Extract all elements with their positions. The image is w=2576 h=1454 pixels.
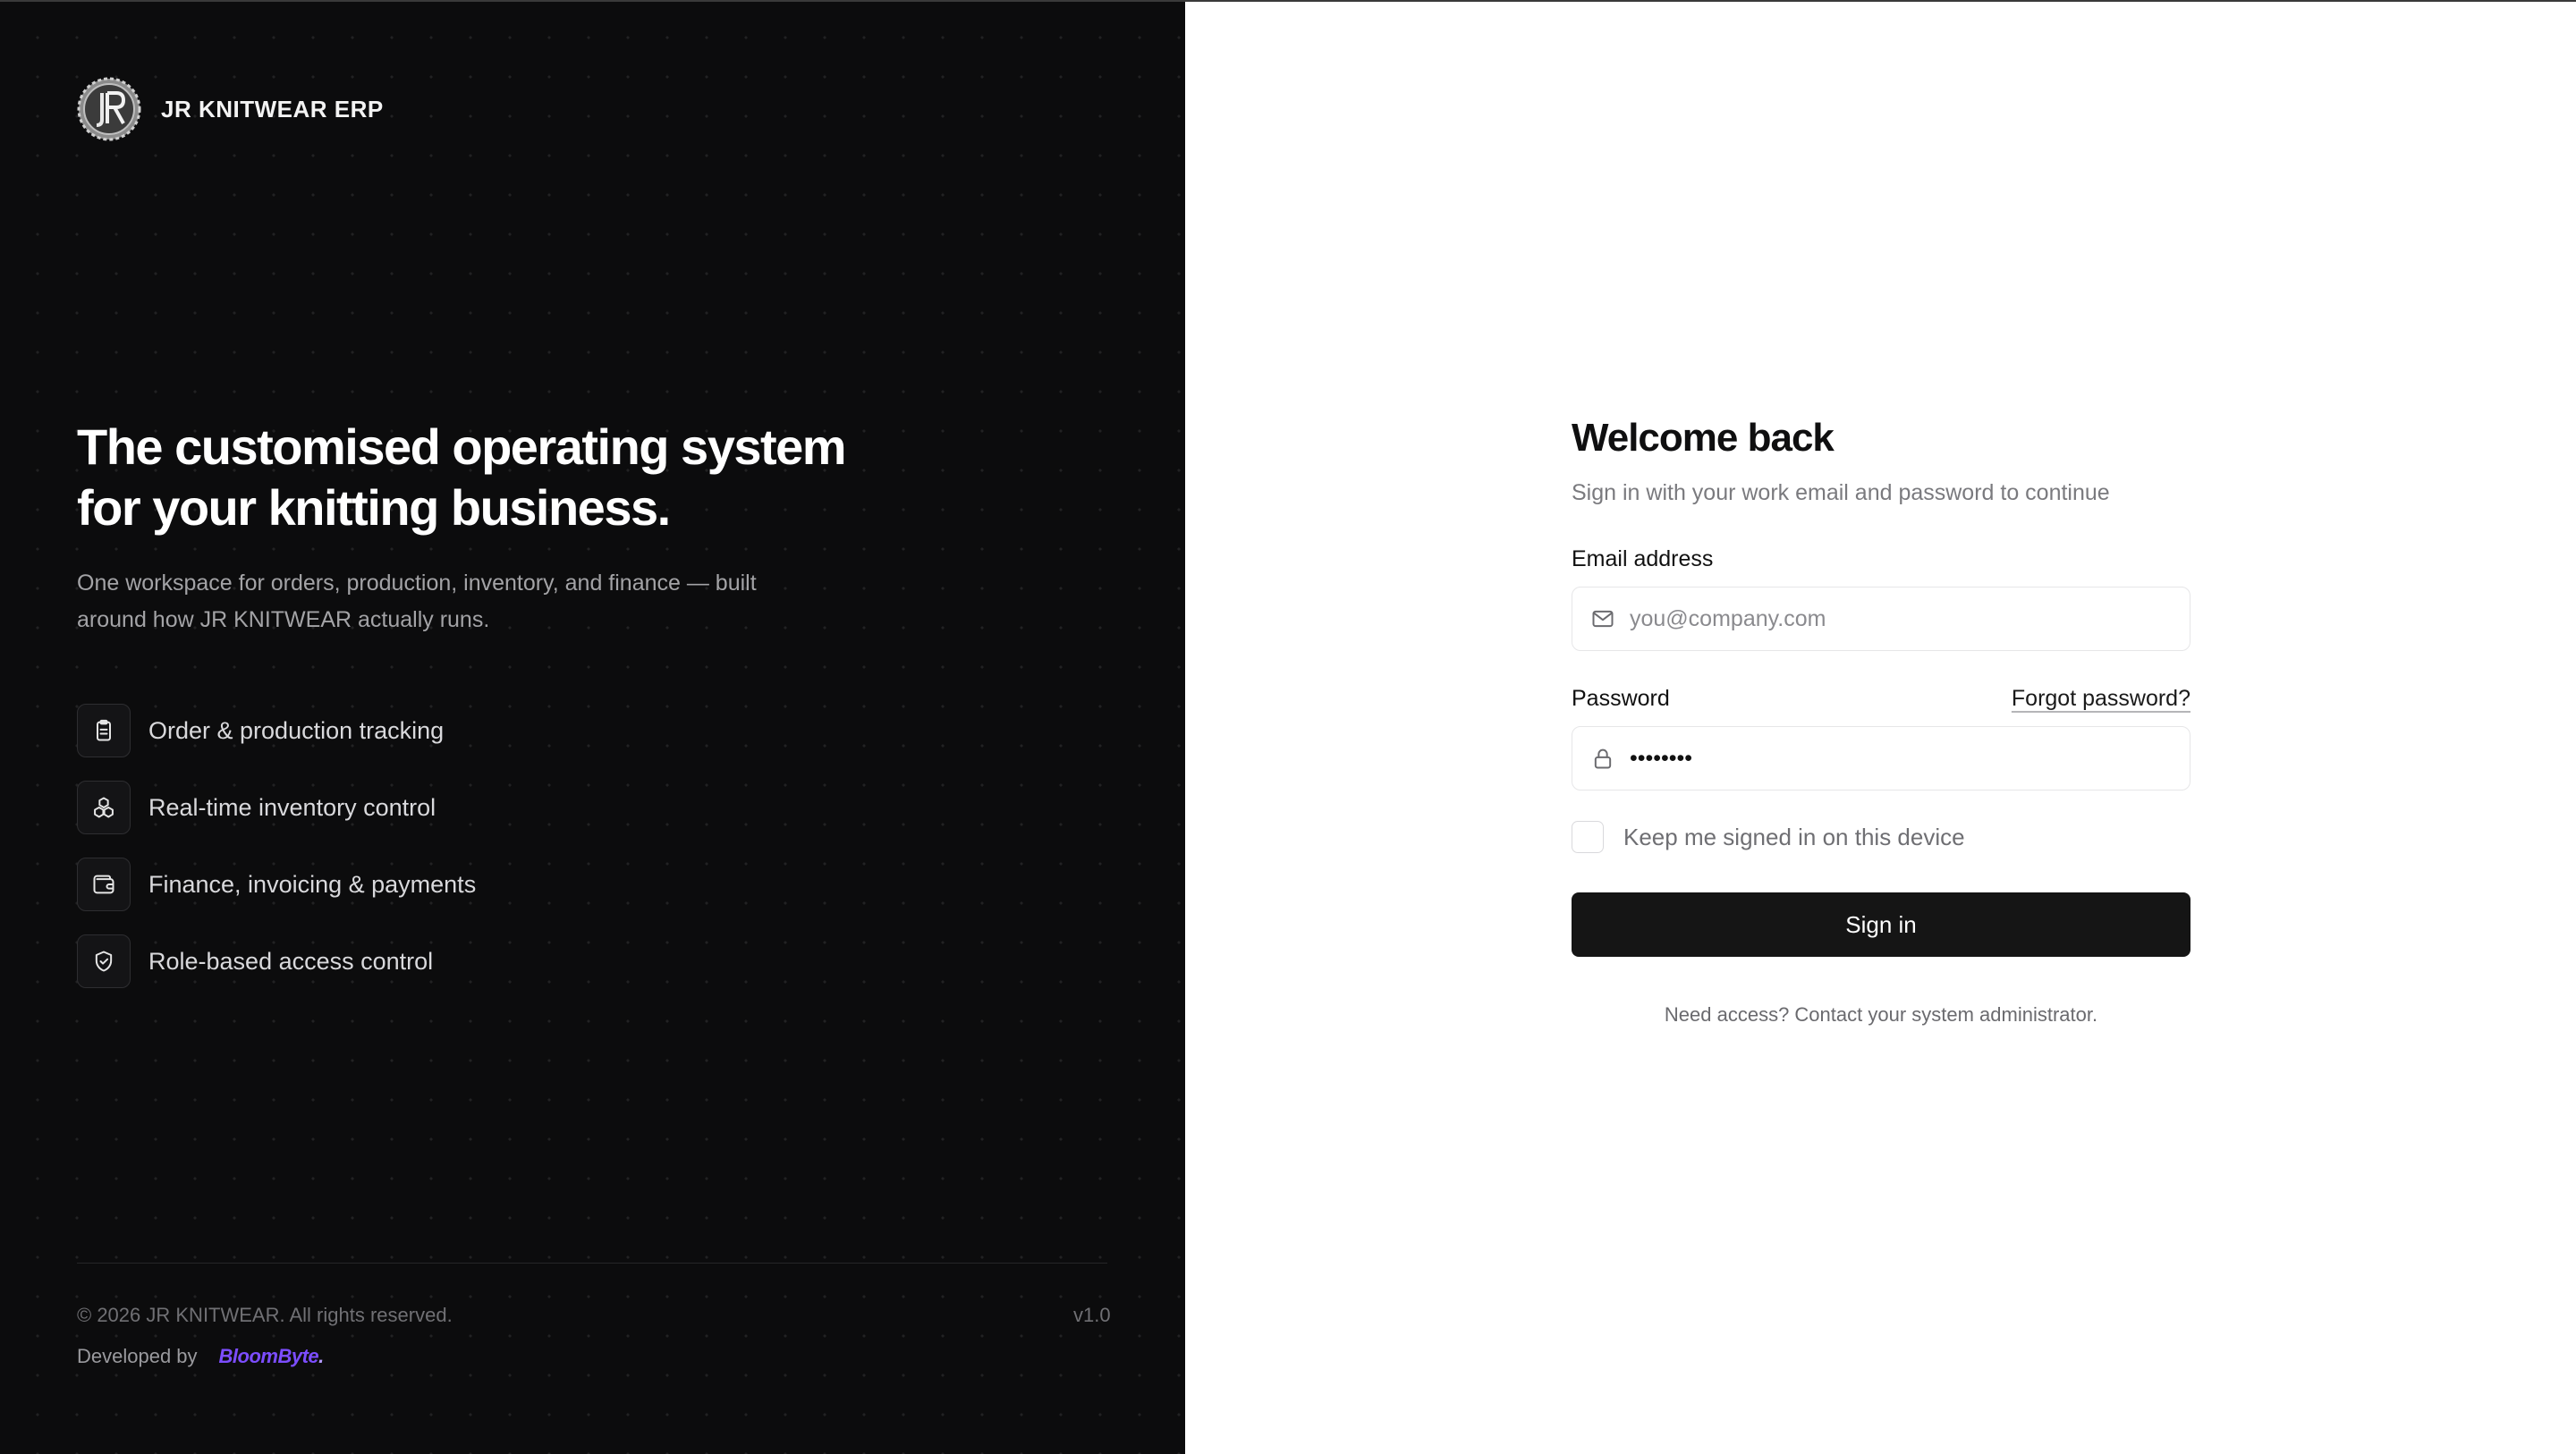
remember-me-label[interactable]: Keep me signed in on this device	[1623, 824, 1965, 851]
feature-item: Real-time inventory control	[77, 780, 476, 835]
developer-name: BloomByte	[218, 1345, 319, 1367]
jr-monogram-gear-logo	[77, 77, 141, 141]
help-text: Need access? Contact your system adminis…	[1664, 1003, 2098, 1026]
password-field[interactable]	[1572, 726, 2190, 790]
login-subtitle: Sign in with your work email and passwor…	[1572, 480, 2110, 505]
feature-label: Finance, invoicing & payments	[148, 870, 477, 898]
developed-by-label: Developed by	[77, 1345, 198, 1367]
brand-panel: JR KNITWEAR ERP The customised operating…	[0, 0, 1185, 1454]
feature-label: Role-based access control	[148, 947, 434, 975]
password-label-row: Password Forgot password?	[1572, 683, 2190, 714]
feature-icon-box	[77, 934, 131, 988]
login-form: Welcome back Sign in with your work emai…	[1572, 411, 2190, 1027]
feature-item: Role-based access control	[77, 934, 476, 989]
password-input[interactable]	[1630, 745, 2166, 772]
developer-logo[interactable]: BloomByte.	[218, 1345, 325, 1368]
feature-label: Real-time inventory control	[148, 793, 436, 821]
password-label: Password	[1572, 686, 1670, 711]
remember-me-row: Keep me signed in on this device	[1572, 821, 2190, 853]
developed-by: Developed by BloomByte.	[77, 1345, 324, 1368]
boxes-icon	[94, 797, 114, 818]
email-label: Email address	[1572, 546, 1714, 571]
copyright-text: © 2026 JR KNITWEAR. All rights reserved.	[77, 1304, 453, 1326]
feature-label: Order & production tracking	[148, 716, 445, 744]
email-field[interactable]	[1572, 587, 2190, 651]
lock-icon	[1594, 748, 1612, 769]
feature-list: Order & production tracking Real-time in…	[77, 703, 476, 1010]
feature-icon-box	[77, 704, 131, 757]
wallet-icon	[93, 875, 114, 894]
footer-divider	[77, 1263, 1107, 1264]
feature-icon-box	[77, 781, 131, 834]
hero-headline: The customised operating system for your…	[77, 418, 847, 536]
login-panel: Welcome back Sign in with your work emai…	[1185, 0, 2576, 1454]
mail-icon	[1592, 610, 1614, 628]
version-label: v1.0	[1073, 1304, 1111, 1326]
remember-me-checkbox[interactable]	[1572, 821, 1604, 853]
hero-subtext: One workspace for orders, production, in…	[77, 571, 757, 632]
window-top-border	[0, 0, 2576, 2]
clipboard-icon	[97, 719, 111, 741]
feature-item: Finance, invoicing & payments	[77, 857, 476, 912]
brand-header: JR KNITWEAR ERP	[77, 77, 384, 141]
developer-suffix: .	[318, 1345, 324, 1367]
email-input[interactable]	[1630, 605, 2166, 632]
forgot-password-link[interactable]: Forgot password?	[2012, 686, 2190, 712]
feature-item: Order & production tracking	[77, 703, 476, 758]
brand-name: JR KNITWEAR ERP	[161, 95, 384, 123]
shield-check-icon	[95, 951, 113, 972]
login-title: Welcome back	[1572, 416, 1835, 460]
feature-icon-box	[77, 858, 131, 911]
sign-in-button[interactable]: Sign in	[1572, 892, 2190, 957]
email-label-row: Email address	[1572, 544, 2190, 574]
